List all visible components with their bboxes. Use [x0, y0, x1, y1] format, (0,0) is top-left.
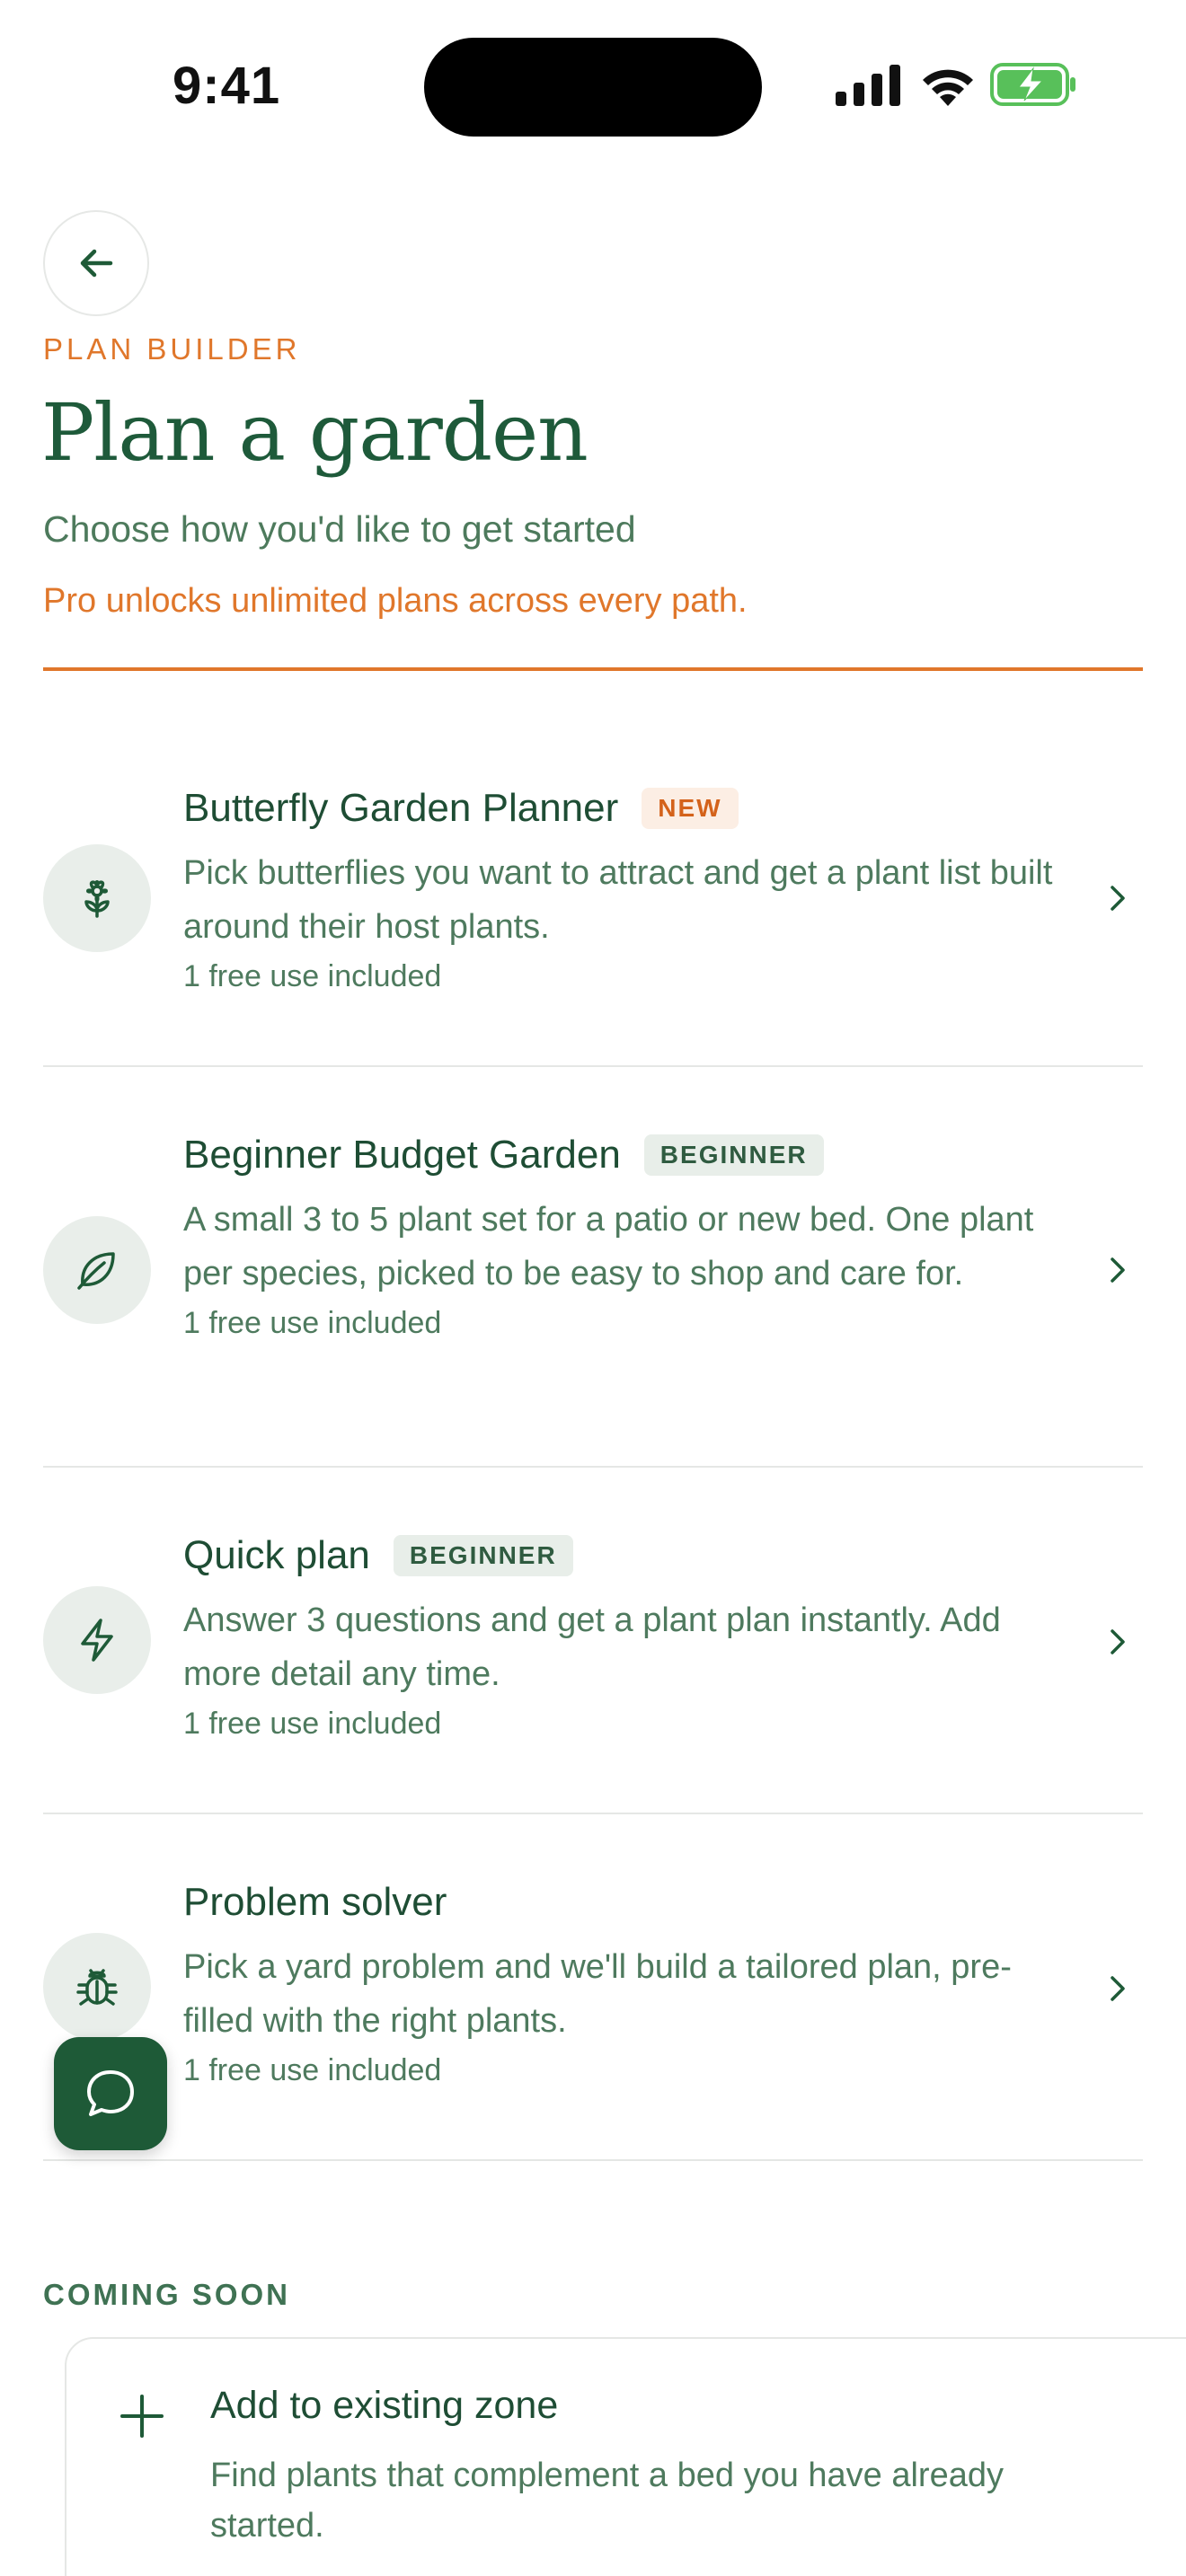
- beginner-badge: BEGINNER: [393, 1535, 573, 1576]
- option-usage-note: 1 free use included: [183, 2053, 442, 2087]
- bug-icon: [76, 1969, 118, 2006]
- plus-icon: [120, 2395, 164, 2438]
- option-usage-note: 1 free use included: [183, 1306, 442, 1340]
- page-subtitle: Choose how you'd like to get started: [43, 508, 636, 550]
- chevron-right-icon: [1111, 1976, 1125, 2001]
- pro-promo-text: Pro unlocks unlimited plans across every…: [43, 582, 748, 620]
- chevron-right-icon: [1111, 1257, 1125, 1283]
- option-description: Answer 3 questions and get a plant plan …: [183, 1601, 1001, 1693]
- battery-charging-icon: [990, 63, 1075, 106]
- flower-icon: [84, 880, 110, 918]
- option-title: Butterfly Garden Planner: [183, 786, 619, 830]
- option-beginner-budget-garden[interactable]: Beginner Budget Garden BEGINNER A small …: [43, 1069, 1143, 1468]
- option-icon-badge: [43, 844, 151, 952]
- new-badge: NEW: [642, 788, 739, 829]
- cellular-signal-icon: [836, 65, 900, 106]
- option-title: Problem solver: [183, 1880, 447, 1924]
- option-quick-plan[interactable]: Quick plan BEGINNER Answer 3 questions a…: [43, 1469, 1143, 1814]
- promo-divider: [43, 667, 1143, 671]
- coming-soon-title: Add to existing zone: [210, 2384, 559, 2427]
- coming-soon-description: Find plants that complement a bed you ha…: [210, 2457, 1004, 2545]
- status-time: 9:41: [173, 57, 281, 115]
- option-description: Pick butterflies you want to attract and…: [183, 854, 1053, 946]
- option-description: A small 3 to 5 plant set for a patio or …: [183, 1201, 1034, 1292]
- option-description: Pick a yard problem and we'll build a ta…: [183, 1948, 1012, 2040]
- chevron-right-icon: [1111, 886, 1125, 911]
- chat-bubble-icon: [87, 2070, 134, 2116]
- beginner-badge: BEGINNER: [643, 1134, 824, 1176]
- eyebrow-label: PLAN BUILDER: [43, 332, 301, 366]
- back-button[interactable]: [43, 210, 149, 316]
- status-bar: 9:41: [0, 0, 1186, 171]
- dynamic-island: [424, 38, 762, 137]
- option-problem-solver[interactable]: Problem solver Pick a yard problem and w…: [43, 1816, 1143, 2161]
- wifi-icon: [923, 69, 973, 106]
- chevron-right-icon: [1111, 1629, 1125, 1654]
- option-icon-badge: [43, 1586, 151, 1694]
- coming-soon-label: COMING SOON: [43, 2278, 291, 2311]
- option-title: Beginner Budget Garden: [183, 1133, 621, 1177]
- page-title: Plan a garden: [41, 386, 589, 479]
- arrow-left-icon: [80, 249, 113, 278]
- chat-button[interactable]: [54, 2037, 167, 2150]
- leaf-icon: [77, 1252, 115, 1290]
- option-usage-note: 1 free use included: [183, 959, 442, 993]
- lightning-icon: [81, 1619, 113, 1662]
- option-title: Quick plan: [183, 1533, 370, 1577]
- option-usage-note: 1 free use included: [183, 1707, 442, 1741]
- option-icon-badge: [43, 1216, 151, 1324]
- option-icon-badge: [43, 1933, 151, 2041]
- option-butterfly-garden-planner[interactable]: Butterfly Garden Planner NEW Pick butter…: [43, 737, 1143, 1067]
- coming-soon-card-add-to-existing-zone: Add to existing zone Find plants that co…: [65, 2337, 1186, 2576]
